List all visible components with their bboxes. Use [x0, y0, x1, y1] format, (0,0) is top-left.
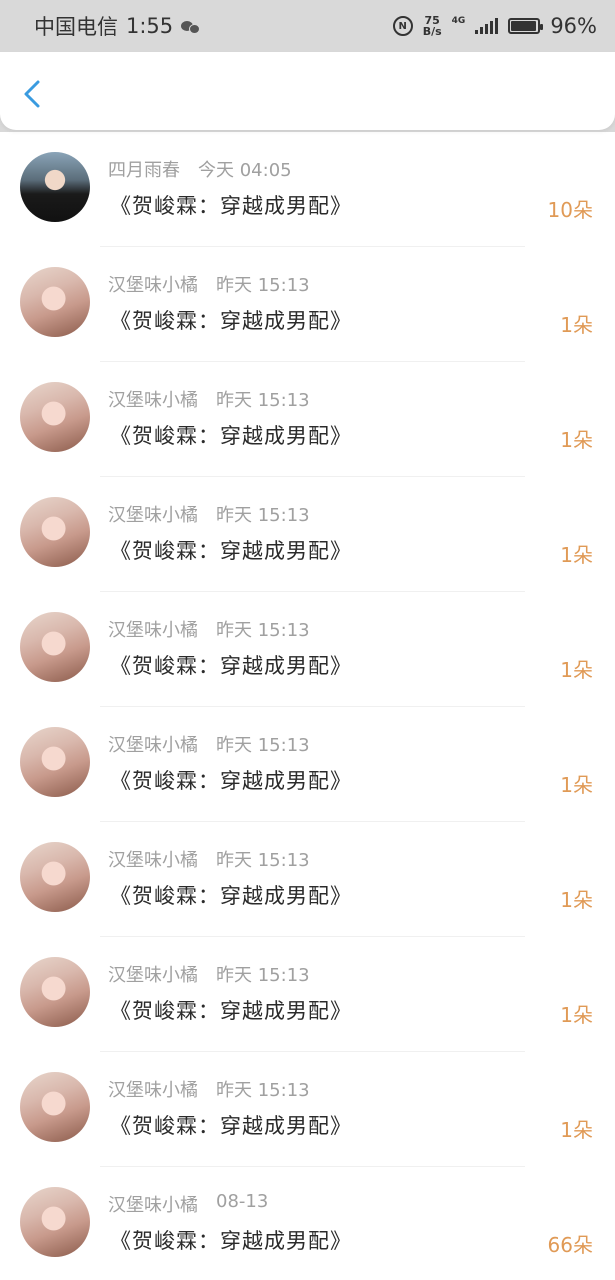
- user-name[interactable]: 汉堡味小橘: [108, 616, 198, 642]
- timestamp: 今天 04:05: [198, 160, 292, 181]
- back-button[interactable]: [16, 76, 52, 112]
- item-meta: 汉堡味小橘 昨天 15:13: [108, 1076, 310, 1102]
- timestamp: 昨天 15:13: [216, 505, 310, 526]
- flower-list: 四月雨春 今天 04:05 《贺峻霖：穿越成男配》 10朵 汉堡味小橘 昨天 15:13 《…: [0, 132, 615, 1280]
- user-name[interactable]: 汉堡味小橘: [108, 501, 198, 527]
- item-meta: 汉堡味小橘 昨天 15:13: [108, 846, 310, 872]
- signal-icon: [475, 18, 499, 34]
- item-meta: 汉堡味小橘 昨天 15:13: [108, 501, 310, 527]
- list-item[interactable]: 汉堡味小橘 昨天 15:13 《贺峻霖：穿越成男配》 1朵: [0, 707, 615, 822]
- timestamp: 08-13: [216, 1191, 269, 1212]
- list-item[interactable]: 汉堡味小橘 昨天 15:13 《贺峻霖：穿越成男配》 1朵: [0, 477, 615, 592]
- status-bar: 中国电信 1:55 N 75 B/s 4G 96%: [0, 0, 615, 52]
- network-speed: 75 B/s: [423, 15, 442, 37]
- book-title[interactable]: 《贺峻霖：穿越成男配》: [110, 995, 352, 1025]
- user-name[interactable]: 四月雨春: [108, 156, 180, 182]
- book-title[interactable]: 《贺峻霖：穿越成男配》: [110, 420, 352, 450]
- book-title[interactable]: 《贺峻霖：穿越成男配》: [110, 1225, 352, 1255]
- avatar[interactable]: [20, 267, 90, 337]
- nfc-icon: N: [392, 16, 413, 36]
- item-meta: 汉堡味小橘 昨天 15:13: [108, 271, 310, 297]
- carrier-label: 中国电信: [34, 15, 118, 39]
- user-name[interactable]: 汉堡味小橘: [108, 386, 198, 412]
- list-item[interactable]: 汉堡味小橘 昨天 15:13 《贺峻霖：穿越成男配》 1朵: [0, 592, 615, 707]
- list-item[interactable]: 四月雨春 今天 04:05 《贺峻霖：穿越成男配》 10朵: [0, 132, 615, 247]
- status-right: N 75 B/s 4G 96%: [392, 14, 597, 38]
- book-title[interactable]: 《贺峻霖：穿越成男配》: [110, 765, 352, 795]
- chevron-left-icon: [24, 80, 40, 108]
- clock: 1:55: [126, 14, 174, 38]
- avatar[interactable]: [20, 497, 90, 567]
- item-meta: 汉堡味小橘 昨天 15:13: [108, 616, 310, 642]
- book-title[interactable]: 《贺峻霖：穿越成男配》: [110, 305, 352, 335]
- list-item[interactable]: 汉堡味小橘 昨天 15:13 《贺峻霖：穿越成男配》 1朵: [0, 362, 615, 477]
- item-meta: 汉堡味小橘 08-13: [108, 1191, 268, 1217]
- flower-count: 66朵: [547, 1233, 593, 1257]
- timestamp: 昨天 15:13: [216, 850, 310, 871]
- flower-count: 1朵: [560, 658, 593, 682]
- flower-count: 1朵: [560, 543, 593, 567]
- battery-icon: [508, 18, 544, 34]
- list-item[interactable]: 汉堡味小橘 昨天 15:13 《贺峻霖：穿越成男配》 1朵: [0, 937, 615, 1052]
- timestamp: 昨天 15:13: [216, 965, 310, 986]
- item-meta: 四月雨春 今天 04:05: [108, 156, 292, 182]
- book-title[interactable]: 《贺峻霖：穿越成男配》: [110, 535, 352, 565]
- nav-wrap: [0, 52, 615, 132]
- flower-count: 1朵: [560, 888, 593, 912]
- flower-count: 1朵: [560, 313, 593, 337]
- avatar[interactable]: [20, 612, 90, 682]
- avatar[interactable]: [20, 382, 90, 452]
- avatar[interactable]: [20, 842, 90, 912]
- user-name[interactable]: 汉堡味小橘: [108, 271, 198, 297]
- status-left: 中国电信 1:55: [34, 11, 201, 41]
- book-title[interactable]: 《贺峻霖：穿越成男配》: [110, 190, 352, 220]
- book-title[interactable]: 《贺峻霖：穿越成男配》: [110, 1110, 352, 1140]
- user-name[interactable]: 汉堡味小橘: [108, 731, 198, 757]
- wechat-icon: [181, 19, 201, 34]
- avatar[interactable]: [20, 152, 90, 222]
- flower-count: 10朵: [547, 198, 593, 222]
- battery-percent: 96%: [550, 14, 597, 38]
- list-item[interactable]: 汉堡味小橘 昨天 15:13 《贺峻霖：穿越成男配》 1朵: [0, 247, 615, 362]
- item-meta: 汉堡味小橘 昨天 15:13: [108, 961, 310, 987]
- list-item[interactable]: 汉堡味小橘 08-13 《贺峻霖：穿越成男配》 66朵: [0, 1167, 615, 1280]
- avatar[interactable]: [20, 1187, 90, 1257]
- network-type: 4G: [451, 16, 466, 26]
- battery-fill: [511, 21, 537, 31]
- timestamp: 昨天 15:13: [216, 735, 310, 756]
- avatar[interactable]: [20, 727, 90, 797]
- nav-bar: [0, 52, 615, 130]
- flower-count: 1朵: [560, 428, 593, 452]
- flower-count: 1朵: [560, 773, 593, 797]
- list-item[interactable]: 汉堡味小橘 昨天 15:13 《贺峻霖：穿越成男配》 1朵: [0, 822, 615, 937]
- timestamp: 昨天 15:13: [216, 620, 310, 641]
- list-item[interactable]: 汉堡味小橘 昨天 15:13 《贺峻霖：穿越成男配》 1朵: [0, 1052, 615, 1167]
- flower-count: 1朵: [560, 1003, 593, 1027]
- book-title[interactable]: 《贺峻霖：穿越成男配》: [110, 650, 352, 680]
- avatar[interactable]: [20, 957, 90, 1027]
- speed-unit: B/s: [422, 25, 442, 38]
- user-name[interactable]: 汉堡味小橘: [108, 1191, 198, 1217]
- user-name[interactable]: 汉堡味小橘: [108, 961, 198, 987]
- flower-count: 1朵: [560, 1118, 593, 1142]
- user-name[interactable]: 汉堡味小橘: [108, 1076, 198, 1102]
- user-name[interactable]: 汉堡味小橘: [108, 846, 198, 872]
- timestamp: 昨天 15:13: [216, 390, 310, 411]
- item-meta: 汉堡味小橘 昨天 15:13: [108, 731, 310, 757]
- item-meta: 汉堡味小橘 昨天 15:13: [108, 386, 310, 412]
- timestamp: 昨天 15:13: [216, 275, 310, 296]
- book-title[interactable]: 《贺峻霖：穿越成男配》: [110, 880, 352, 910]
- avatar[interactable]: [20, 1072, 90, 1142]
- timestamp: 昨天 15:13: [216, 1080, 310, 1101]
